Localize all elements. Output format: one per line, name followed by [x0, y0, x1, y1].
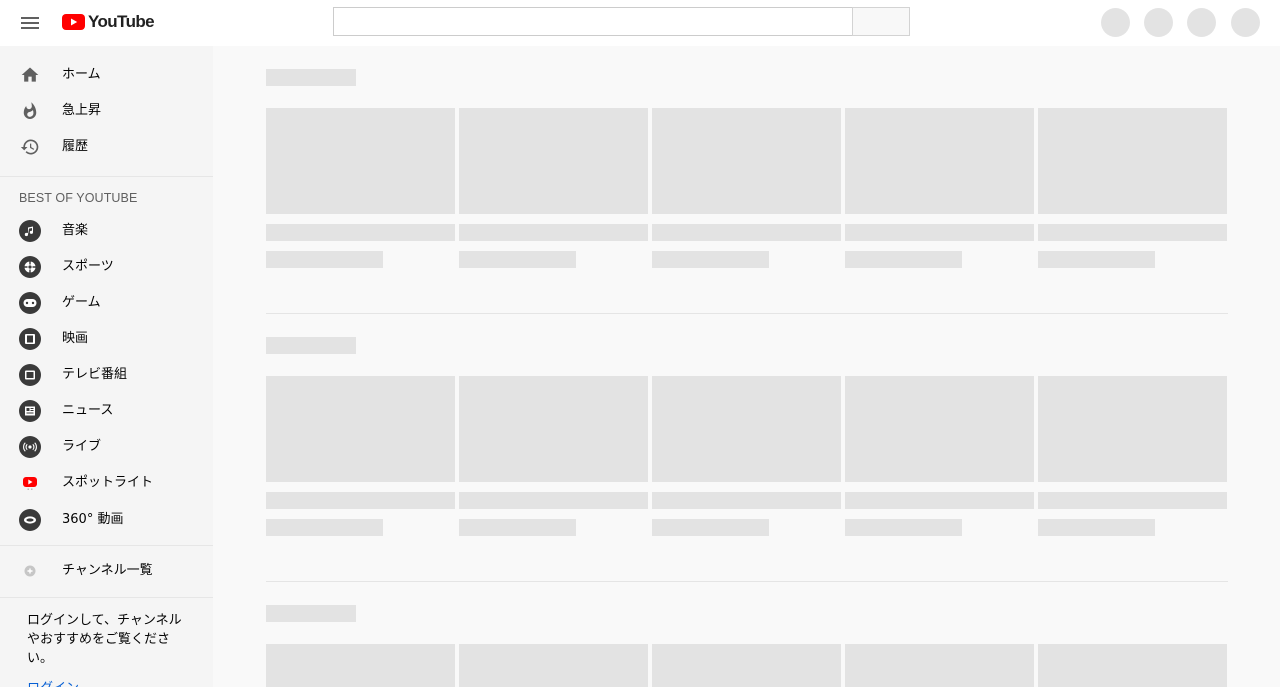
sidebar-divider	[0, 597, 213, 598]
home-icon	[19, 64, 41, 86]
video-thumbnail-placeholder	[845, 108, 1034, 214]
gaming-icon	[19, 292, 41, 314]
video-thumbnail-placeholder	[459, 644, 648, 687]
video-thumbnail-placeholder	[1038, 108, 1227, 214]
video-thumbnail-placeholder	[845, 644, 1034, 687]
sidebar-item-label: 急上昇	[62, 103, 102, 118]
sidebar-divider	[0, 545, 213, 546]
video-meta-placeholder	[459, 519, 576, 536]
video-thumbnail-placeholder	[459, 376, 648, 482]
header-placeholder-button-2[interactable]	[1144, 8, 1173, 37]
sidebar-section-title: BEST OF YOUTUBE	[19, 191, 138, 205]
video-thumbnail-placeholder	[266, 376, 455, 482]
video-thumbnail-placeholder	[1038, 376, 1227, 482]
sports-icon	[19, 256, 41, 278]
sidebar-item-label: スポーツ	[62, 259, 114, 274]
video-meta-placeholder	[652, 519, 769, 536]
history-icon	[19, 136, 41, 158]
youtube-logo[interactable]: YouTube	[62, 11, 155, 33]
sidebar-item-label: 履歴	[62, 139, 89, 154]
sidebar-item-trending[interactable]: 急上昇	[0, 93, 213, 129]
add-channel-icon	[19, 560, 41, 582]
video-title-placeholder	[845, 492, 1034, 509]
shelf-title-placeholder	[266, 69, 356, 86]
sidebar-item-sports[interactable]: スポーツ	[0, 249, 213, 285]
video-title-placeholder	[459, 492, 648, 509]
video-meta-placeholder	[1038, 519, 1155, 536]
sidebar-item-live[interactable]: ライブ	[0, 429, 213, 465]
header-placeholder-button-4[interactable]	[1231, 8, 1260, 37]
video-thumbnail-placeholder	[1038, 644, 1227, 687]
sidebar-item-360-video[interactable]: 360° 動画	[0, 502, 213, 538]
sidebar-item-label: チャンネル一覧	[62, 563, 153, 578]
shelf-title-placeholder	[266, 337, 356, 354]
guide-menu-button[interactable]	[20, 14, 40, 30]
hamburger-icon	[21, 17, 39, 19]
live-icon	[19, 436, 41, 458]
search-input[interactable]	[333, 7, 853, 36]
360-video-icon	[19, 509, 41, 531]
video-meta-placeholder	[266, 519, 383, 536]
sidebar-item-label: 360° 動画	[62, 512, 124, 527]
signin-prompt: ログインして、チャンネルやおすすめをご覧ください。	[27, 613, 182, 666]
video-thumbnail-placeholder	[266, 108, 455, 214]
video-title-placeholder	[652, 224, 841, 241]
video-title-placeholder	[652, 492, 841, 509]
sidebar-item-label: テレビ番組	[62, 367, 128, 382]
video-title-placeholder	[459, 224, 648, 241]
video-title-placeholder	[266, 224, 455, 241]
sidebar-item-tv[interactable]: テレビ番組	[0, 357, 213, 393]
video-thumbnail-placeholder	[845, 376, 1034, 482]
search-button[interactable]	[852, 7, 910, 36]
header-placeholder-button-3[interactable]	[1187, 8, 1216, 37]
spotlight-icon	[19, 472, 41, 494]
tv-icon	[19, 364, 41, 386]
sidebar-item-label: ホーム	[62, 67, 101, 82]
video-meta-placeholder	[652, 251, 769, 268]
logo-text: YouTube	[88, 12, 155, 31]
video-title-placeholder	[845, 224, 1034, 241]
video-thumbnail-placeholder	[652, 644, 841, 687]
shelf-title-placeholder	[266, 605, 356, 622]
shelf-divider	[266, 313, 1228, 314]
video-thumbnail-placeholder	[459, 108, 648, 214]
video-thumbnail-placeholder	[652, 108, 841, 214]
video-meta-placeholder	[845, 519, 962, 536]
sidebar-item-label: 音楽	[62, 223, 89, 238]
header-placeholder-button-1[interactable]	[1101, 8, 1130, 37]
video-title-placeholder	[1038, 224, 1227, 241]
sidebar-item-spotlight[interactable]: スポットライト	[0, 465, 213, 501]
movies-icon	[19, 328, 41, 350]
sidebar-item-label: ニュース	[62, 403, 114, 418]
video-thumbnail-placeholder	[652, 376, 841, 482]
sidebar-item-label: ライブ	[62, 439, 102, 454]
music-icon	[19, 220, 41, 242]
guide-sidebar: ホーム 急上昇 履歴 BEST OF YOUTUBE 音楽 スポーツ ゲーム 映…	[0, 46, 213, 687]
sidebar-item-channels[interactable]: チャンネル一覧	[0, 553, 213, 589]
video-meta-placeholder	[845, 251, 962, 268]
video-title-placeholder	[266, 492, 455, 509]
fire-icon	[19, 100, 41, 122]
signin-link[interactable]: ログイン	[27, 677, 79, 687]
sidebar-item-news[interactable]: ニュース	[0, 393, 213, 429]
sidebar-item-home[interactable]: ホーム	[0, 57, 213, 93]
youtube-play-icon	[62, 14, 85, 30]
sidebar-item-gaming[interactable]: ゲーム	[0, 285, 213, 321]
news-icon	[19, 400, 41, 422]
video-title-placeholder	[1038, 492, 1227, 509]
sidebar-divider	[0, 176, 213, 177]
sidebar-item-history[interactable]: 履歴	[0, 129, 213, 165]
sidebar-item-label: 映画	[62, 331, 89, 346]
shelf-divider	[266, 581, 1228, 582]
sidebar-item-label: スポットライト	[62, 475, 154, 490]
sidebar-item-label: ゲーム	[62, 295, 101, 310]
sidebar-item-movies[interactable]: 映画	[0, 321, 213, 357]
masthead: YouTube	[0, 0, 1280, 46]
video-meta-placeholder	[459, 251, 576, 268]
video-meta-placeholder	[1038, 251, 1155, 268]
video-meta-placeholder	[266, 251, 383, 268]
sidebar-item-music[interactable]: 音楽	[0, 213, 213, 249]
video-thumbnail-placeholder	[266, 644, 455, 687]
